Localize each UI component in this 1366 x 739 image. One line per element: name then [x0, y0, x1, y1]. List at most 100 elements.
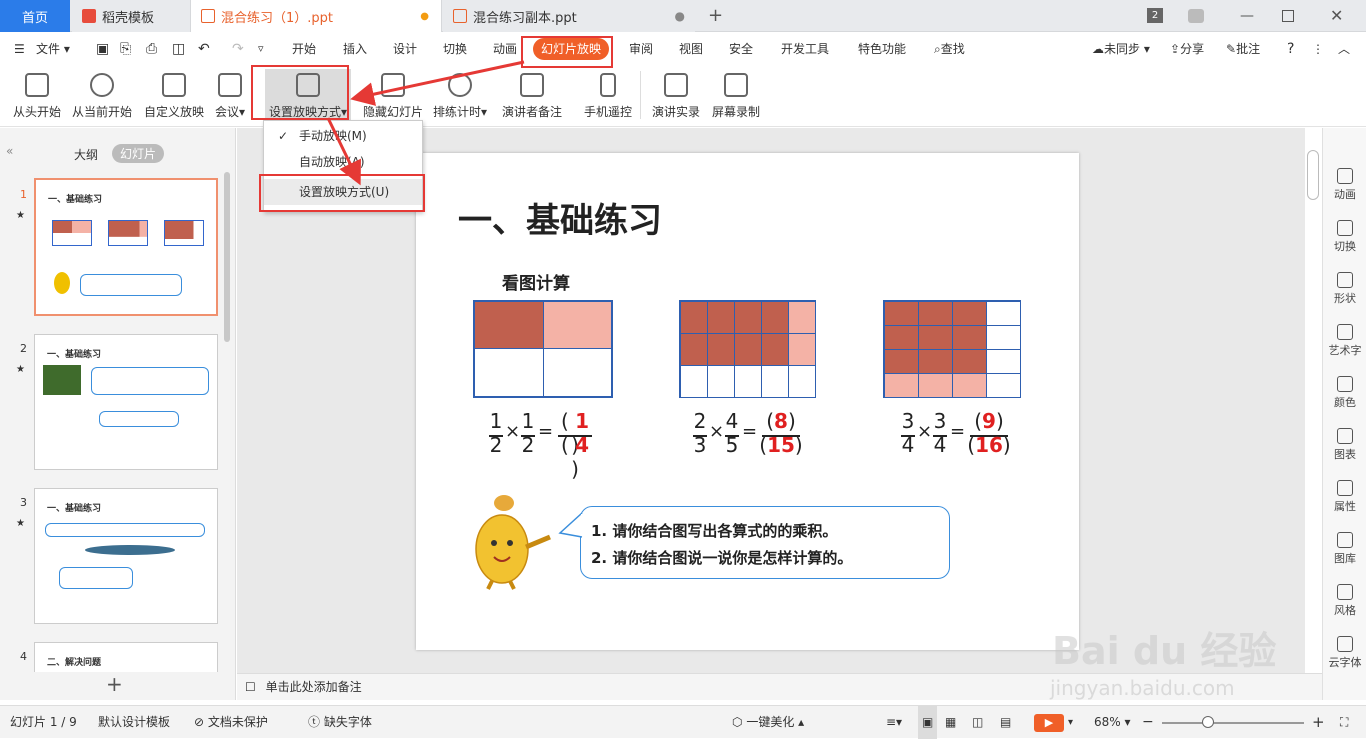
save-icon[interactable]: ▣	[96, 33, 109, 65]
play-dropdown-icon[interactable]: ▾	[1068, 706, 1073, 739]
grid-cell	[918, 349, 953, 374]
chart-panel-button[interactable]: 图表	[1323, 428, 1366, 462]
transition-panel-button[interactable]: 切换	[1323, 220, 1366, 254]
thumb-title: 一、基础练习	[47, 504, 102, 514]
zoom-out-button[interactable]: −	[1142, 706, 1154, 739]
panel-scrollbar[interactable]	[224, 172, 230, 342]
presenter-notes-button[interactable]: 演讲者备注	[500, 69, 564, 120]
quick-access-dropdown-icon[interactable]: ▿	[258, 33, 264, 65]
menu-tab-home[interactable]: 开始	[292, 33, 316, 65]
grid-cell	[761, 301, 789, 334]
normal-view-icon[interactable]: ▣	[918, 706, 938, 739]
file-menu[interactable]: 文件 ▾	[36, 33, 70, 65]
manual-show-option[interactable]: ✓ 手动放映(M)	[264, 123, 422, 149]
ribbon-slideshow: 从头开始 从当前开始 自定义放映 会议▾ 设置放映方式▾ 隐藏幻灯片 排练计时▾…	[0, 65, 1366, 127]
export-pdf-icon[interactable]: ⎘	[120, 33, 131, 65]
menu-tab-features[interactable]: 特色功能	[858, 33, 906, 65]
animation-panel-button[interactable]: 动画	[1323, 168, 1366, 202]
protect-status[interactable]: ⊘ 文档未保护	[194, 706, 268, 739]
unsaved-dot-icon: ●	[420, 10, 429, 22]
tab-template[interactable]: 稻壳模板	[72, 0, 190, 32]
menu-tab-animation[interactable]: 动画	[493, 33, 517, 65]
help-button[interactable]: ?	[1287, 33, 1294, 65]
beautify-button[interactable]: ⬡ 一键美化 ▴	[732, 706, 804, 739]
rehearse-timing-button[interactable]: 排练计时▾	[430, 69, 490, 120]
custom-show-button[interactable]: 自定义放映	[142, 69, 206, 120]
color-panel-button[interactable]: 颜色	[1323, 376, 1366, 410]
sorter-view-icon[interactable]: ▦	[945, 706, 956, 739]
print-icon[interactable]: ⎙	[146, 33, 157, 65]
zoom-slider[interactable]	[1162, 722, 1304, 724]
wordart-panel-button[interactable]: 艺术字	[1323, 324, 1366, 358]
slide-thumb-3[interactable]: 一、基础练习	[34, 488, 218, 624]
new-tab-button[interactable]: +	[708, 5, 723, 26]
tab-file2[interactable]: 混合练习副本.ppt ●	[443, 0, 695, 32]
docer-logo-icon	[82, 9, 96, 23]
shape-panel-button[interactable]: 形状	[1323, 272, 1366, 306]
numerator: 1	[521, 409, 535, 433]
undo-icon[interactable]: ↶	[198, 33, 210, 65]
zoom-slider-thumb[interactable]	[1202, 716, 1214, 728]
reading-view-icon[interactable]: ◫	[972, 706, 983, 739]
play-circle-icon	[90, 73, 114, 97]
custom-show-label: 自定义放映	[143, 105, 204, 119]
slide-thumb-2[interactable]: 一、基础练习	[34, 334, 218, 470]
auto-show-option[interactable]: 自动放映(A)	[264, 149, 422, 175]
slide-thumb-4[interactable]: 二、解决问题	[34, 642, 218, 672]
avatar[interactable]	[1188, 9, 1204, 23]
play-from-current-button[interactable]: 从当前开始	[70, 69, 134, 120]
record-speech-button[interactable]: 演讲实录	[650, 69, 702, 120]
meeting-button[interactable]: 会议▾	[212, 69, 248, 120]
search-menu[interactable]: ⌕查找	[934, 33, 965, 65]
missing-font-status[interactable]: ⓣ 缺失字体	[308, 706, 372, 739]
slides-tab[interactable]: 幻灯片	[112, 144, 165, 163]
canvas-scrollbar[interactable]	[1307, 150, 1319, 200]
zoom-level[interactable]: 68% ▾	[1094, 706, 1131, 739]
maximize-icon[interactable]	[1282, 10, 1294, 22]
menu-tab-insert[interactable]: 插入	[343, 33, 367, 65]
redo-icon[interactable]: ↷	[232, 33, 244, 65]
collapse-ribbon-icon[interactable]: ︿	[1338, 33, 1350, 65]
fit-window-icon[interactable]: ⛶	[1340, 706, 1348, 739]
thumb-bubble	[59, 567, 133, 589]
tab-file1[interactable]: 混合练习（1）.ppt ●	[190, 0, 442, 32]
collapse-panel-icon[interactable]: «	[6, 144, 13, 158]
play-from-start-button[interactable]: 从头开始	[10, 69, 64, 120]
sync-status[interactable]: ☁未同步 ▾	[1092, 33, 1150, 65]
menu-tab-design[interactable]: 设计	[393, 33, 417, 65]
close-window-icon[interactable]: ✕	[1330, 6, 1343, 25]
minimize-icon[interactable]: —	[1240, 8, 1254, 24]
record-speech-label: 演讲实录	[651, 105, 700, 119]
close-tab-icon[interactable]: ●	[675, 9, 685, 23]
menu-tab-security[interactable]: 安全	[729, 33, 753, 65]
style-panel-button[interactable]: 风格	[1323, 584, 1366, 618]
phone-remote-button[interactable]: 手机遥控	[582, 69, 634, 120]
menu-tab-review[interactable]: 审阅	[629, 33, 653, 65]
speech-bubble: 1. 请你结合图写出各算式的的乘积。 2. 请你结合图说一说你是怎样计算的。	[580, 506, 950, 579]
gallery-panel-button[interactable]: 图库	[1323, 532, 1366, 566]
design-template[interactable]: 默认设计模板	[98, 706, 170, 739]
print-preview-icon[interactable]: ◫	[172, 33, 185, 65]
zoom-in-button[interactable]: +	[1312, 706, 1325, 739]
window-count-badge[interactable]: 2	[1147, 8, 1163, 23]
cloud-font-panel-button[interactable]: 云字体	[1323, 636, 1366, 670]
hide-slide-button[interactable]: 隐藏幻灯片	[360, 69, 426, 120]
hamburger-icon[interactable]: ☰	[14, 33, 25, 65]
tab-home[interactable]: 首页	[0, 0, 70, 32]
add-slide-button[interactable]: +	[106, 672, 123, 696]
outline-view-icon[interactable]: ▤	[1000, 706, 1011, 739]
comment-button[interactable]: ✎批注	[1226, 33, 1260, 65]
play-slideshow-button[interactable]: ▶	[1034, 714, 1064, 732]
menu-tab-view[interactable]: 视图	[679, 33, 703, 65]
slide-thumb-1[interactable]: 一、基础练习	[34, 178, 218, 316]
notes-view-icon[interactable]: ≡▾	[886, 706, 902, 739]
outline-tab[interactable]: 大纲	[74, 146, 98, 163]
properties-panel-button[interactable]: 属性	[1323, 480, 1366, 514]
screen-record-button[interactable]: 屏幕录制	[710, 69, 762, 120]
share-button[interactable]: ⇪分享	[1170, 33, 1204, 65]
slide-1[interactable]: 一、基础练习 看图计算 1 2 × 1 2 = ( 1 ) ( 4 ) 2 3 …	[416, 153, 1079, 650]
menu-tab-developer[interactable]: 开发工具	[781, 33, 829, 65]
file-menu-label: 文件	[36, 42, 61, 56]
more-icon[interactable]: ⋮	[1312, 33, 1324, 65]
menu-tab-transition[interactable]: 切换	[443, 33, 467, 65]
